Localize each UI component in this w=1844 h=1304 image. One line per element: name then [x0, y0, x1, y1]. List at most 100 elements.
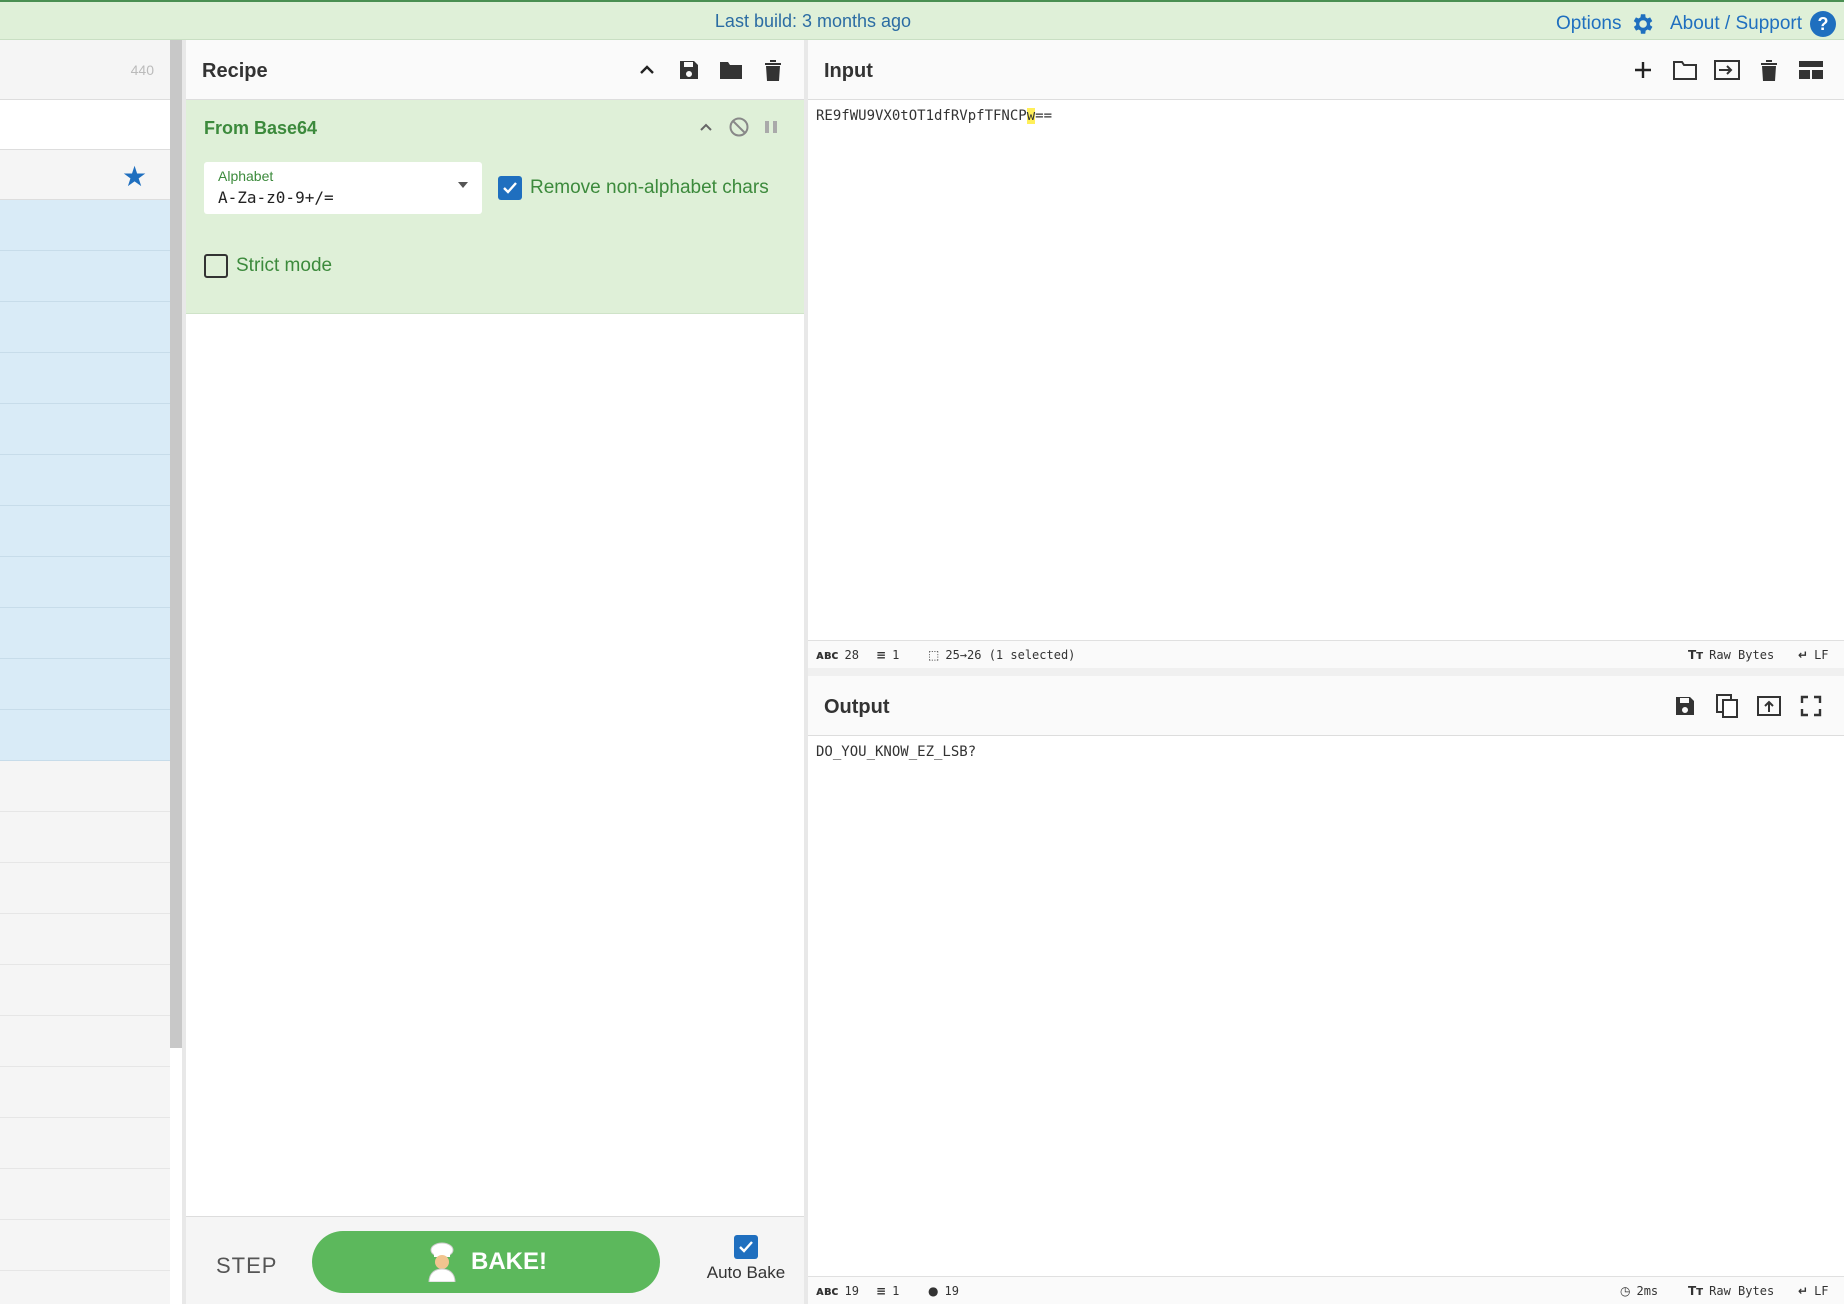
load-recipe-button[interactable]	[716, 55, 746, 85]
list-item[interactable]	[0, 761, 170, 812]
save-recipe-button[interactable]	[674, 55, 704, 85]
copy-output-button[interactable]	[1712, 691, 1742, 721]
text-size-icon: Tт	[1688, 1284, 1704, 1298]
list-item[interactable]	[0, 710, 170, 761]
open-folder-button[interactable]	[1670, 55, 1700, 85]
operations-count: 440	[130, 62, 154, 78]
map-pin-icon: ●	[928, 1284, 939, 1298]
input-editor[interactable]: RE9fWU9VX0tOT1dfRVpfTFNCPw==	[816, 108, 1052, 124]
clear-input-button[interactable]	[1754, 55, 1784, 85]
save-output-button[interactable]	[1670, 691, 1700, 721]
check-icon	[503, 182, 517, 194]
operation-controls	[698, 116, 778, 138]
trash-icon	[765, 60, 781, 81]
list-item[interactable]	[0, 404, 170, 455]
top-bar: Last build: 3 months ago Options About /…	[0, 0, 1844, 40]
list-item[interactable]	[0, 1220, 170, 1271]
output-editor[interactable]: DO_YOU_KNOW_EZ_LSB?	[816, 744, 976, 760]
last-build-text: Last build: 3 months ago	[714, 11, 912, 31]
save-icon	[680, 61, 698, 79]
help-icon: ?	[1810, 11, 1837, 37]
recipe-header: Recipe	[186, 40, 804, 100]
list-item[interactable]	[0, 200, 170, 251]
about-support-link[interactable]: About / Support ?	[1670, 11, 1837, 37]
list-item[interactable]	[0, 659, 170, 710]
fullscreen-icon	[1800, 695, 1822, 717]
strict-mode-label: Strict mode	[236, 255, 333, 276]
selection-icon: ⬚	[928, 648, 940, 662]
disable-icon[interactable]	[728, 116, 750, 138]
operations-header: 440	[0, 40, 170, 100]
move-to-input-icon	[1757, 696, 1781, 716]
output-eol[interactable]: ↵ LF	[1798, 1284, 1829, 1298]
bake-time: ◷ 2ms	[1620, 1284, 1659, 1298]
input-text: RE9fWU9VX0tOT1dfRVpfTFNCP	[816, 108, 1027, 124]
clear-recipe-button[interactable]	[758, 55, 788, 85]
alphabet-select[interactable]: Alphabet A-Za-z0-9+/=	[204, 162, 482, 214]
input-selection-info: ⬚ 25→26 (1 selected)	[928, 648, 1076, 662]
return-icon: ↵	[1798, 648, 1809, 662]
output-pane: Output DO_YOU_KNOW_EZ_LSB? ᴀʙᴄ 19 ≡ 1 ● 19 …	[808, 676, 1844, 1304]
input-encoding[interactable]: Tт Raw Bytes	[1688, 648, 1774, 662]
chevron-up-icon	[640, 65, 654, 74]
chevron-up-icon[interactable]	[698, 119, 714, 135]
input-text-tail: ==	[1035, 108, 1053, 124]
input-header: Input	[808, 40, 1844, 100]
collapse-all-button[interactable]	[632, 55, 662, 85]
io-resizer[interactable]	[808, 668, 1844, 676]
strict-mode-option[interactable]: Strict mode	[204, 254, 332, 278]
check-icon	[739, 1241, 753, 1253]
options-label: Options	[1556, 13, 1622, 34]
pause-icon[interactable]	[764, 119, 778, 135]
operations-pane: 440 ★	[0, 40, 182, 1304]
operations-search[interactable]	[0, 100, 170, 150]
step-button[interactable]: STEP	[216, 1253, 277, 1279]
recipe-title: Recipe	[202, 60, 268, 82]
return-icon: ↵	[1798, 1284, 1809, 1298]
open-file-button[interactable]	[1712, 55, 1742, 85]
bake-label: BAKE!	[471, 1248, 547, 1275]
output-status-bar: ᴀʙᴄ 19 ≡ 1 ● 19 ◷ 2ms Tт Raw Bytes ↵ LF	[808, 1276, 1844, 1304]
list-item[interactable]	[0, 557, 170, 608]
input-eol[interactable]: ↵ LF	[1798, 648, 1829, 662]
maximise-output-button[interactable]	[1796, 691, 1826, 721]
gear-icon	[1634, 14, 1653, 34]
bake-button[interactable]: BAKE!	[312, 1231, 660, 1293]
lines-icon: ≡	[876, 1284, 887, 1298]
folder-open-icon	[1673, 61, 1697, 80]
list-item[interactable]	[0, 506, 170, 557]
recipe-pane: Recipe From Base64 Alphabet A-Za-z0-9+/=	[186, 40, 804, 1304]
auto-bake-checkbox[interactable]	[734, 1235, 758, 1259]
about-label: About / Support	[1670, 13, 1803, 34]
reset-layout-button[interactable]	[1796, 55, 1826, 85]
list-item[interactable]	[0, 1118, 170, 1169]
strict-mode-checkbox[interactable]	[204, 254, 228, 278]
list-item[interactable]	[0, 302, 170, 353]
alphabet-label: Alphabet	[218, 168, 274, 184]
remove-nonalpha-option[interactable]: Remove non-alphabet chars	[498, 176, 769, 200]
list-item[interactable]	[0, 812, 170, 863]
list-item[interactable]	[0, 455, 170, 506]
list-item[interactable]	[0, 353, 170, 404]
list-item[interactable]	[0, 1016, 170, 1067]
list-item[interactable]	[0, 608, 170, 659]
list-item[interactable]	[0, 1169, 170, 1220]
list-item[interactable]	[0, 251, 170, 302]
operation-from-base64[interactable]: From Base64 Alphabet A-Za-z0-9+/= Remove…	[186, 100, 804, 314]
auto-bake-option[interactable]: Auto Bake	[696, 1235, 796, 1283]
input-pane: Input RE9fWU9VX0tOT1dfRVpfTFNCPw== ᴀʙᴄ 28…	[808, 40, 1844, 668]
list-item[interactable]	[0, 965, 170, 1016]
replace-input-button[interactable]	[1754, 691, 1784, 721]
list-item[interactable]	[0, 914, 170, 965]
star-icon[interactable]: ★	[122, 160, 147, 193]
chevron-down-icon	[458, 182, 468, 188]
output-encoding[interactable]: Tт Raw Bytes	[1688, 1284, 1774, 1298]
lines-icon: ≡	[876, 648, 887, 662]
remove-nonalpha-checkbox[interactable]	[498, 176, 522, 200]
favourites-category[interactable]: ★	[0, 150, 170, 200]
list-item[interactable]	[0, 1067, 170, 1118]
list-item[interactable]	[0, 863, 170, 914]
operations-scrollbar[interactable]	[170, 40, 182, 1048]
options-link[interactable]: Options	[1556, 11, 1655, 37]
add-input-button[interactable]	[1628, 55, 1658, 85]
